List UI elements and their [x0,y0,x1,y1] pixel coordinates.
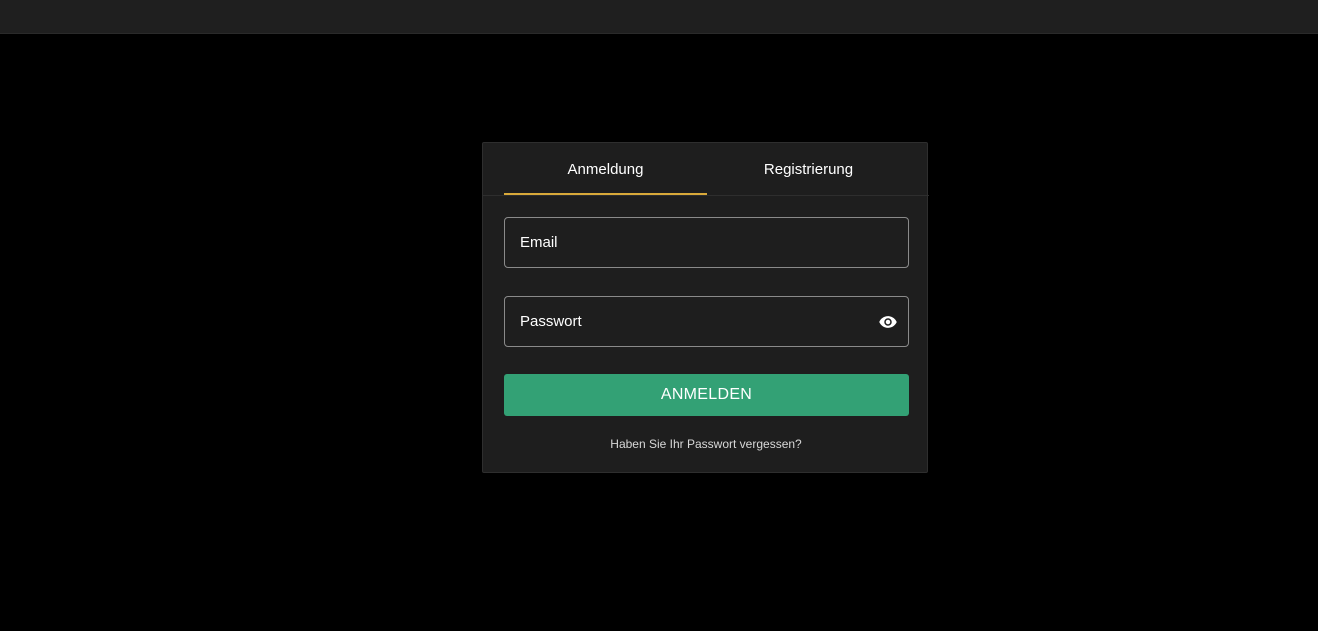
password-field-wrapper [504,296,909,347]
top-bar [0,0,1318,34]
password-input[interactable] [505,297,908,346]
email-field-wrapper [504,217,909,268]
tab-register-label: Registrierung [763,160,854,178]
login-card: Anmeldung Registrierung ANMELDEN Haben S… [482,142,929,473]
tab-login-label: Anmeldung [567,160,644,178]
active-tab-indicator [504,193,707,195]
auth-tabs: Anmeldung Registrierung [483,143,929,196]
tab-login[interactable]: Anmeldung [504,143,707,195]
login-button[interactable]: ANMELDEN [504,374,909,416]
email-input[interactable] [505,218,908,267]
forgot-password-link[interactable]: Haben Sie Ihr Passwort vergessen? [483,437,929,451]
tab-register[interactable]: Registrierung [707,143,910,195]
eye-icon[interactable] [878,312,898,332]
